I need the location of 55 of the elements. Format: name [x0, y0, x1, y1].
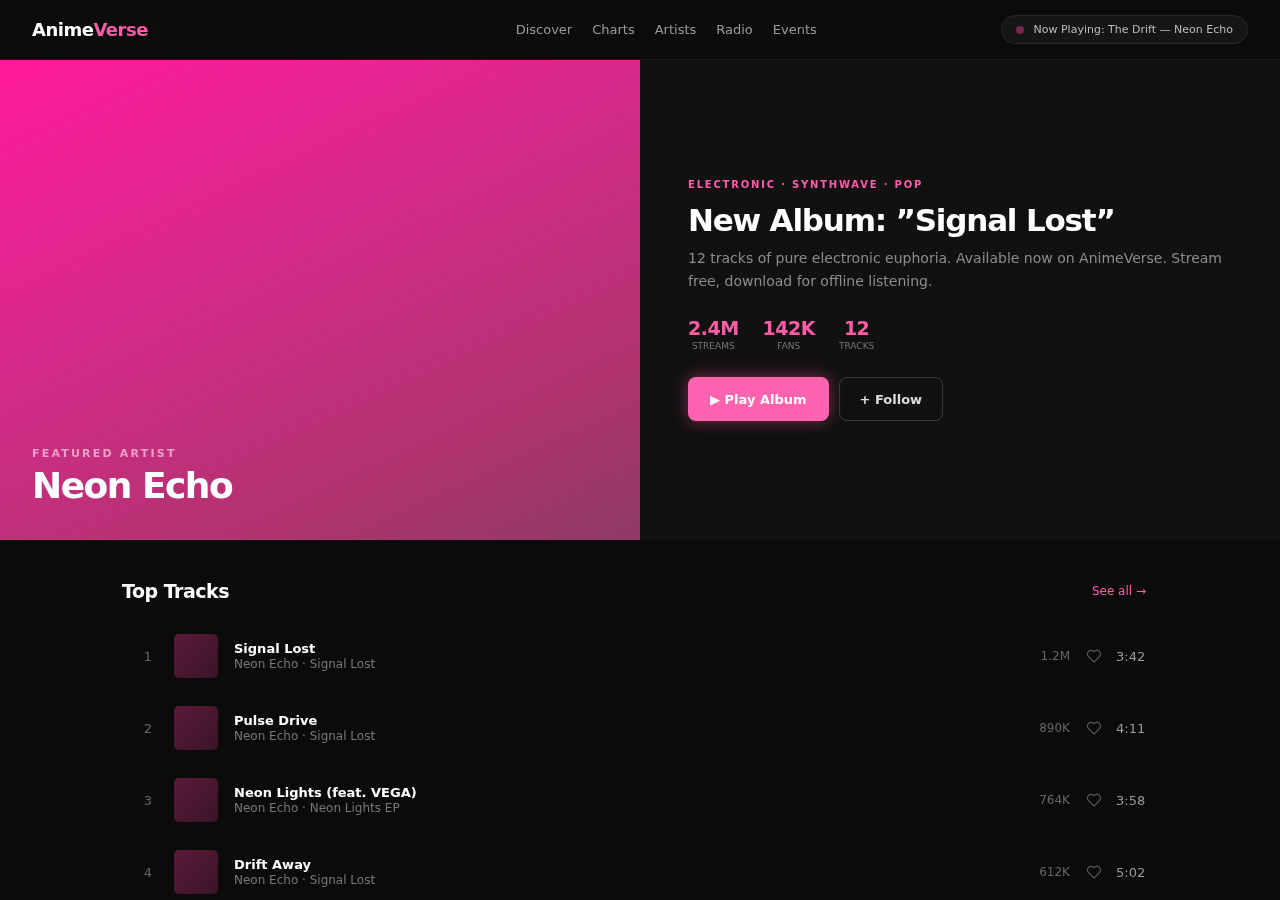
section-title: Top Tracks — [122, 580, 229, 602]
track-duration: 5:02 — [1116, 864, 1147, 880]
logo[interactable]: AnimeVerse — [32, 19, 372, 40]
track-cover — [174, 706, 218, 750]
eyebrow-label: FEATURED ARTIST — [32, 447, 178, 461]
track-duration: 4:11 — [1116, 720, 1147, 736]
heart-icon[interactable] — [1086, 864, 1102, 880]
track-title: Neon Lights (feat. VEGA) — [234, 785, 418, 800]
track-number: 2 — [142, 720, 154, 736]
play-count: 612K — [1038, 865, 1070, 879]
track-cover — [174, 850, 218, 894]
track-subtitle: Neon Echo · Signal Lost — [234, 873, 377, 887]
stat-value: 12 — [843, 317, 870, 340]
nav-link[interactable]: Discover — [515, 22, 573, 37]
stat-label: STREAMS — [691, 341, 735, 352]
play-count: 764K — [1038, 793, 1070, 807]
now-playing-text: Now Playing: The Drift — Neon Echo — [1033, 23, 1233, 36]
nav-link[interactable]: Events — [772, 22, 817, 37]
heart-icon[interactable] — [1086, 720, 1102, 736]
track-number: 4 — [142, 864, 154, 880]
nav-link[interactable]: Artists — [654, 22, 697, 37]
nav-link[interactable]: Charts — [592, 22, 635, 37]
stat-value: 142K — [762, 317, 815, 340]
track-cover — [174, 778, 218, 822]
play-count: 1.2M — [1039, 649, 1070, 663]
album-title: New Album: ”Signal Lost” — [688, 201, 1116, 240]
track-duration: 3:42 — [1116, 648, 1147, 664]
see-all-link[interactable]: See all → — [1091, 584, 1146, 598]
track-title: Signal Lost — [234, 641, 317, 656]
heart-icon[interactable] — [1086, 792, 1102, 808]
track-title: Drift Away — [234, 857, 312, 872]
track-row[interactable]: 3 Neon Lights (feat. VEGA) Neon Echo · Neon Lights EP 764K 3:58 — [122, 764, 1158, 836]
track-row[interactable]: 4 Drift Away Neon Echo · Signal Lost 612K 5:02 — [122, 836, 1158, 900]
track-number: 1 — [142, 648, 154, 664]
follow-button[interactable]: + Follow — [838, 377, 944, 422]
stat-label: TRACKS — [838, 341, 875, 352]
stat-value: 2.4M — [688, 317, 739, 340]
track-subtitle: Neon Echo · Neon Lights EP — [234, 801, 401, 815]
stat-label: FANS — [777, 341, 801, 352]
play-count: 890K — [1038, 721, 1070, 735]
track-cover — [174, 634, 218, 678]
artist-name: Neon Echo — [32, 466, 234, 506]
genre-tags: ELECTRONIC · SYNTHWAVE · POP — [688, 178, 1240, 190]
album-description: 12 tracks of pure electronic euphoria. Available now on AnimeVerse. Stream free, download for offline listening. — [688, 249, 1223, 292]
track-title: Pulse Drive — [234, 713, 319, 728]
track-duration: 3:58 — [1116, 792, 1147, 808]
now-playing-pill[interactable]: Now Playing: The Drift — Neon Echo — [1000, 15, 1248, 44]
track-number: 3 — [142, 792, 154, 808]
status-dot — [1015, 25, 1024, 34]
track-row[interactable]: 2 Pulse Drive Neon Echo · Signal Lost 890K 4:11 — [122, 692, 1158, 764]
track-row[interactable]: 1 Signal Lost Neon Echo · Signal Lost 1.2M 3:42 — [122, 620, 1158, 692]
track-subtitle: Neon Echo · Signal Lost — [234, 657, 377, 671]
heart-icon[interactable] — [1086, 648, 1102, 664]
nav-link[interactable]: Radio — [716, 22, 753, 37]
track-subtitle: Neon Echo · Signal Lost — [234, 729, 377, 743]
